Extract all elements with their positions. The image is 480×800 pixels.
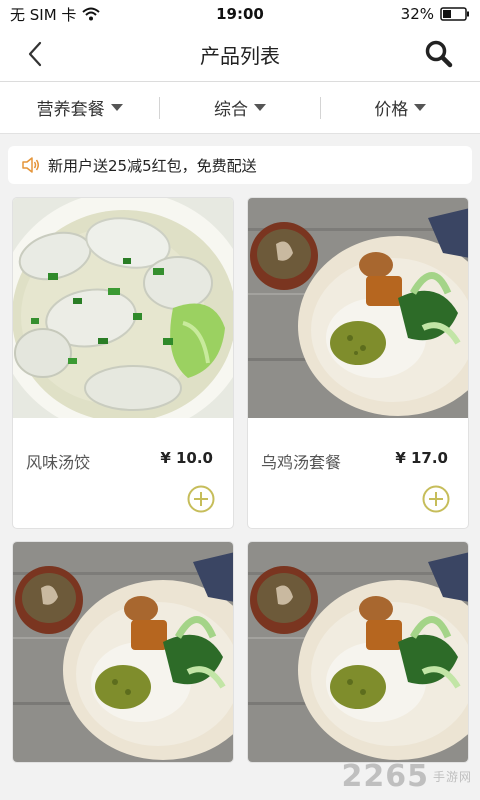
promo-text: 新用户送25减5红包，免费配送 bbox=[48, 156, 257, 175]
status-right: 32% bbox=[401, 5, 470, 23]
watermark: 2265 手游网 bbox=[341, 759, 472, 794]
filter-price[interactable]: 价格 bbox=[321, 82, 480, 133]
wifi-icon bbox=[82, 7, 101, 21]
product-card[interactable]: 风味汤饺 ¥ 10.0 bbox=[12, 197, 234, 529]
dumpling-soup-image bbox=[13, 198, 233, 418]
filter-sort-label: 综合 bbox=[213, 100, 248, 120]
nav-bar: 产品列表 bbox=[0, 28, 480, 82]
chicken-soup-set-image bbox=[248, 542, 468, 762]
search-icon bbox=[425, 40, 453, 68]
promo-banner[interactable]: 新用户送25减5红包，免费配送 bbox=[8, 146, 472, 184]
chicken-soup-set-image bbox=[248, 198, 468, 418]
product-card[interactable] bbox=[12, 541, 234, 763]
product-image bbox=[248, 198, 468, 418]
status-left: 无 SIM 卡 bbox=[10, 4, 101, 25]
battery-percent: 32% bbox=[400, 5, 434, 23]
filter-sort[interactable]: 综合 bbox=[160, 82, 319, 133]
product-image bbox=[248, 542, 468, 762]
product-price: ¥ 10.0 bbox=[160, 449, 213, 467]
filter-price-label: 价格 bbox=[374, 100, 409, 120]
product-image bbox=[13, 542, 233, 762]
watermark-text: 2265 bbox=[341, 759, 429, 794]
watermark-subtext: 手游网 bbox=[432, 770, 472, 784]
caret-down-icon bbox=[110, 104, 123, 111]
product-name: 风味汤饺 bbox=[26, 453, 91, 472]
product-name: 乌鸡汤套餐 bbox=[261, 453, 342, 472]
chicken-soup-set-image bbox=[13, 542, 233, 762]
filter-bar: 营养套餐 综合 价格 bbox=[0, 82, 480, 134]
add-to-cart-icon[interactable] bbox=[187, 485, 215, 513]
filter-category[interactable]: 营养套餐 bbox=[0, 82, 159, 133]
filter-category-label: 营养套餐 bbox=[36, 100, 105, 120]
product-card[interactable] bbox=[247, 541, 469, 763]
battery-icon bbox=[440, 7, 469, 21]
status-bar: 无 SIM 卡 19:00 32% bbox=[0, 0, 480, 28]
search-button[interactable] bbox=[424, 39, 454, 69]
carrier-label: 无 SIM 卡 bbox=[10, 5, 77, 24]
product-info: 乌鸡汤套餐 ¥ 17.0 bbox=[248, 418, 468, 528]
product-image bbox=[13, 198, 233, 418]
caret-down-icon bbox=[414, 104, 427, 111]
product-info: 风味汤饺 ¥ 10.0 bbox=[13, 418, 233, 528]
speaker-icon bbox=[22, 157, 39, 173]
page-title: 产品列表 bbox=[200, 44, 280, 68]
add-to-cart-icon[interactable] bbox=[422, 485, 450, 513]
product-card[interactable]: 乌鸡汤套餐 ¥ 17.0 bbox=[247, 197, 469, 529]
caret-down-icon bbox=[253, 104, 266, 111]
product-price: ¥ 17.0 bbox=[395, 449, 448, 467]
status-time: 19:00 bbox=[216, 5, 264, 23]
